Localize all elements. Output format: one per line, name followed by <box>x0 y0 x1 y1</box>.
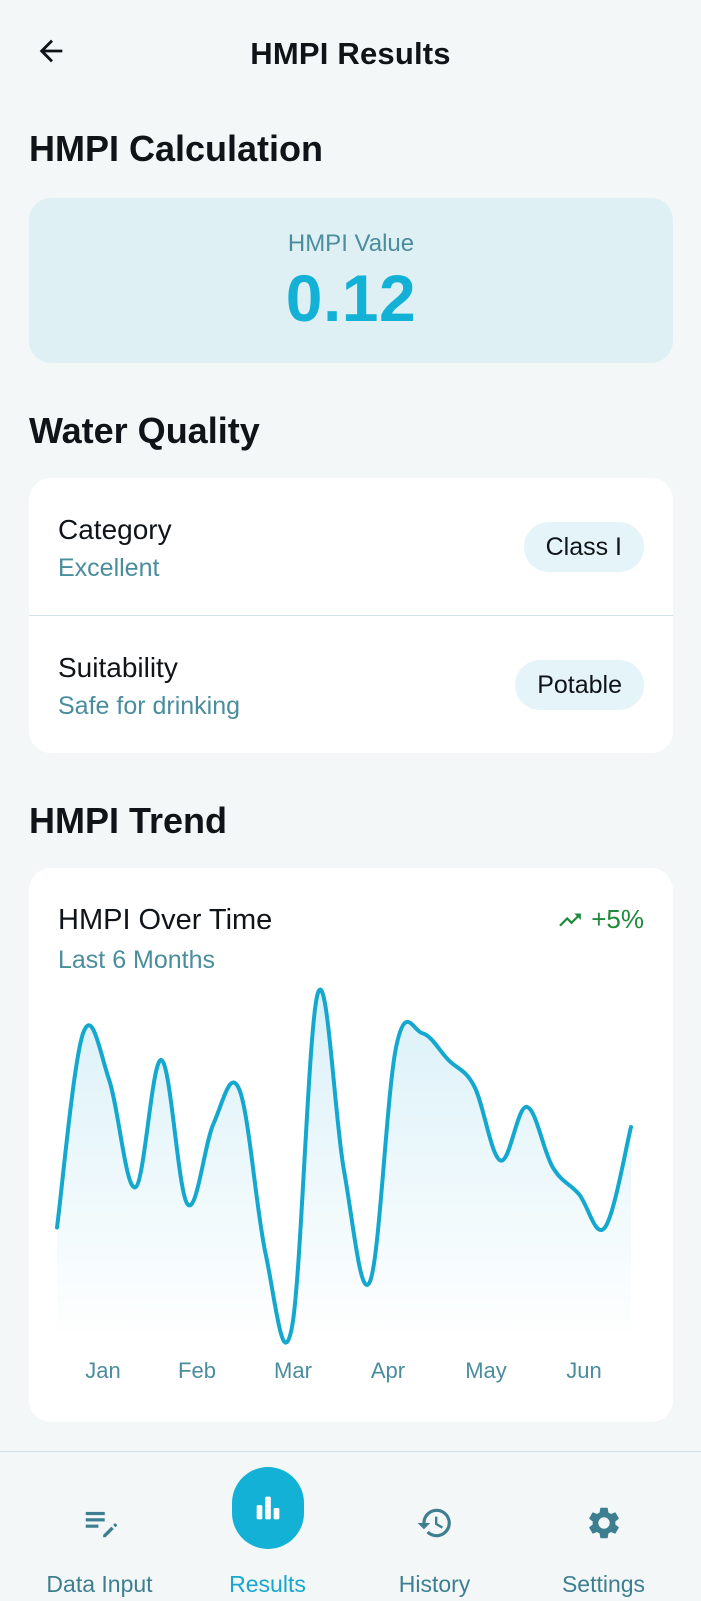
history-icon <box>416 1504 454 1542</box>
suitability-row: Suitability Safe for drinking Potable <box>29 616 673 753</box>
active-indicator <box>231 1467 304 1549</box>
potable-badge: Potable <box>515 660 644 710</box>
top-app-bar: HMPI Results <box>0 0 701 110</box>
category-value: Excellent <box>58 554 160 582</box>
section-title-calculation: HMPI Calculation <box>29 128 324 169</box>
section-title-water-quality: Water Quality <box>29 410 260 451</box>
nav-data-input[interactable]: Data Input <box>12 1452 187 1601</box>
section-title-trend: HMPI Trend <box>29 800 228 841</box>
nav-history-label: History <box>398 1571 471 1597</box>
hmpi-value-label: HMPI Value <box>287 230 415 257</box>
gear-icon <box>585 1504 623 1542</box>
nav-history[interactable]: History <box>347 1452 522 1601</box>
x-axis-label-jun: Jun <box>566 1358 601 1383</box>
bar-chart-icon <box>256 1496 279 1520</box>
nav-settings[interactable]: Settings <box>516 1452 691 1601</box>
edit-list-icon <box>81 1504 119 1542</box>
x-axis-label-mar: Mar <box>274 1358 312 1383</box>
class-badge: Class I <box>523 522 644 572</box>
hmpi-value: 0.12 <box>285 261 417 335</box>
nav-results-label: Results <box>229 1571 306 1597</box>
trend-chart: Jan Feb Mar Apr May Jun <box>55 987 633 1383</box>
x-axis-label-feb: Feb <box>178 1358 216 1383</box>
trend-card: HMPI Over Time Last 6 Months +5% Jan Feb M… <box>29 868 673 1422</box>
nav-settings-label: Settings <box>561 1571 646 1597</box>
category-row: Category Excellent Class I <box>29 478 673 616</box>
nav-results[interactable]: Results <box>180 1452 355 1601</box>
x-axis-label-may: May <box>465 1358 507 1383</box>
suitability-title: Suitability <box>58 652 178 683</box>
page-title: HMPI Results <box>250 36 451 71</box>
suitability-value: Safe for drinking <box>58 692 241 720</box>
hmpi-value-card: HMPI Value 0.12 <box>29 198 673 363</box>
water-quality-card: Category Excellent Class I Suitability S… <box>29 478 673 753</box>
x-axis-label-apr: Apr <box>371 1358 405 1383</box>
category-title: Category <box>58 514 172 545</box>
bottom-navigation: Data Input Results History Settings <box>0 1451 701 1601</box>
nav-data-input-label: Data Input <box>46 1571 153 1597</box>
x-axis-label-jan: Jan <box>85 1358 120 1383</box>
